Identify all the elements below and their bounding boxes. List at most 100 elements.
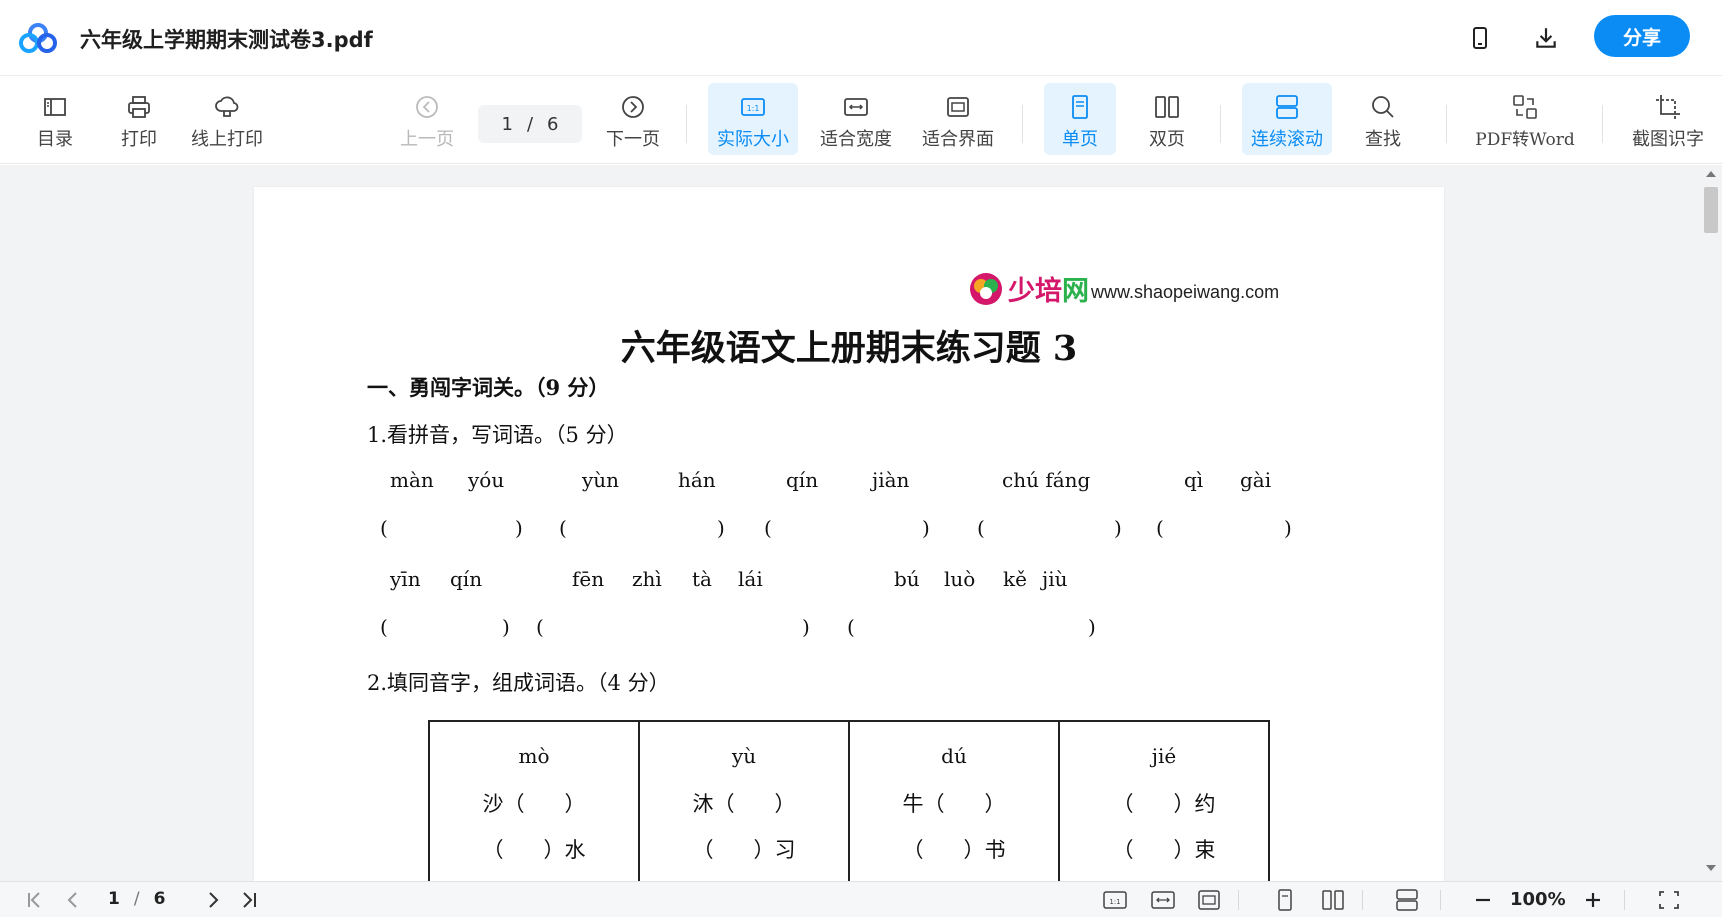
title-bar: 六年级上学期期末测试卷3.pdf 分享 [0,0,1722,76]
scroll-down-icon[interactable] [1706,865,1716,871]
pdf-to-word-button[interactable]: PDF转Word [1470,83,1580,155]
pinyin: qín [450,567,483,591]
pinyin: chú fáng [1002,468,1091,492]
print-button[interactable]: 打印 [112,83,166,155]
vertical-scrollbar[interactable] [1700,165,1722,881]
toolbar-divider [1022,105,1023,143]
continuous-scroll-small-icon[interactable] [1394,888,1420,912]
pdf-page: 少培网 www.shaopeiwang.com 六年级语文上册期末练习题 3 一… [254,187,1444,881]
pinyin: bú [894,567,920,591]
pinyin: yīn [390,567,421,591]
pinyin: fēn [572,567,605,591]
toolbar-divider [686,105,687,143]
phone-icon[interactable] [1462,20,1498,56]
blank-close: ) [802,615,810,639]
double-page-icon [1155,96,1179,118]
page-title: 六年级语文上册期末练习题 3 [620,328,1078,369]
double-page-button[interactable]: 双页 [1134,83,1200,155]
share-button[interactable]: 分享 [1594,15,1690,57]
scroll-up-icon[interactable] [1706,171,1716,177]
zoom-in-icon[interactable] [1580,888,1606,912]
screenshot-ocr-button[interactable]: 截图识字 [1626,83,1710,155]
blank-close: ) [717,516,725,540]
download-icon[interactable] [1528,20,1564,56]
bottom-divider [1362,890,1363,910]
screenshot-ocr-label: 截图识字 [1632,129,1704,150]
fit-screen-small-icon[interactable] [1196,888,1222,912]
table-column: dú 牛（ ） （ ）书 [850,722,1060,881]
table-pinyin: jié [1151,744,1177,768]
blank-close: ) [515,516,523,540]
prev-page-button[interactable]: 上一页 [398,83,456,155]
app-logo-icon [18,22,58,54]
document-viewer[interactable]: 少培网 www.shaopeiwang.com 六年级语文上册期末练习题 3 一… [0,165,1722,881]
actual-size-button[interactable]: 1:1 实际大小 [708,83,798,155]
print-label: 打印 [121,129,157,150]
single-page-button[interactable]: 单页 [1044,83,1116,155]
actual-size-small-icon[interactable]: 1:1 [1102,888,1128,912]
bottom-divider [1238,890,1239,910]
online-print-button[interactable]: 线上打印 [186,83,268,155]
catalog-button[interactable]: 目录 [28,83,82,155]
table-pinyin: mò [518,744,550,768]
blank-open: ( [380,615,388,639]
crop-icon [1656,95,1680,119]
prev-page-small-icon[interactable] [60,888,86,912]
fit-width-icon [844,98,868,116]
bottom-current-page: 1 [108,889,120,909]
table-cell: 牛（ ） [902,792,1006,816]
pinyin: gài [1240,468,1272,492]
blank-close: ) [1284,516,1292,540]
blank-open: ( [977,516,985,540]
continuous-scroll-label: 连续滚动 [1251,129,1323,150]
table-column: mò 沙（ ） （ ）水 [430,722,640,881]
page-number-input[interactable]: 1 / 6 [478,105,582,143]
blank-close: ) [1114,516,1122,540]
find-button[interactable]: 查找 [1356,83,1410,155]
total-pages: 6 [547,113,559,135]
fit-width-small-icon[interactable] [1150,888,1176,912]
bottom-divider [1624,890,1625,910]
last-page-icon[interactable] [236,888,262,912]
pinyin: hán [678,468,716,492]
blank-open: ( [847,615,855,639]
catalog-label: 目录 [37,129,73,150]
online-print-label: 线上打印 [191,129,263,150]
table-cell: 沙（ ） [482,792,586,816]
zoom-level[interactable]: 100% [1510,889,1566,910]
fit-width-button[interactable]: 适合宽度 [816,83,896,155]
blank-open: ( [764,516,772,540]
continuous-scroll-button[interactable]: 连续滚动 [1242,83,1332,155]
question-1: 1.看拼音，写词语。（5 分） [367,423,628,447]
pinyin: yóu [468,468,505,492]
fit-screen-button[interactable]: 适合界面 [918,83,998,155]
watermark-brand: 少培网 [1008,276,1089,307]
fit-screen-label: 适合界面 [922,129,994,150]
single-page-label: 单页 [1062,129,1098,150]
scrollbar-thumb[interactable] [1704,187,1718,233]
table-cell: （ ）约 [1112,792,1216,816]
next-page-small-icon[interactable] [200,888,226,912]
toolbar-divider [1602,105,1603,143]
pinyin: zhì [632,567,662,591]
svg-text:1:1: 1:1 [1109,898,1120,906]
pinyin: jiù [1042,567,1068,591]
fullscreen-icon[interactable] [1656,888,1682,912]
next-page-button[interactable]: 下一页 [604,83,662,155]
fit-width-label: 适合宽度 [820,129,892,150]
first-page-icon[interactable] [22,888,48,912]
table-cell: （ ）书 [902,838,1006,862]
blank-close: ) [922,516,930,540]
zoom-out-icon[interactable] [1470,888,1496,912]
single-page-small-icon[interactable] [1272,888,1298,912]
toolbar: 目录 打印 线上打印 上一页 1 / 6 下一页 1:1 实际大小 适合宽度 适… [0,77,1722,164]
actual-size-label: 实际大小 [717,129,789,150]
bottom-page-indicator[interactable]: 1 / 6 [108,889,165,909]
toolbar-divider [1446,105,1447,143]
bottom-total-pages: 6 [153,889,166,909]
double-page-small-icon[interactable] [1320,888,1346,912]
watermark: 少培网 www.shaopeiwang.com [968,269,1279,308]
blank-open: ( [536,615,544,639]
printer-icon [128,96,150,118]
table-column: jié （ ）约 （ ）束 [1060,722,1268,881]
